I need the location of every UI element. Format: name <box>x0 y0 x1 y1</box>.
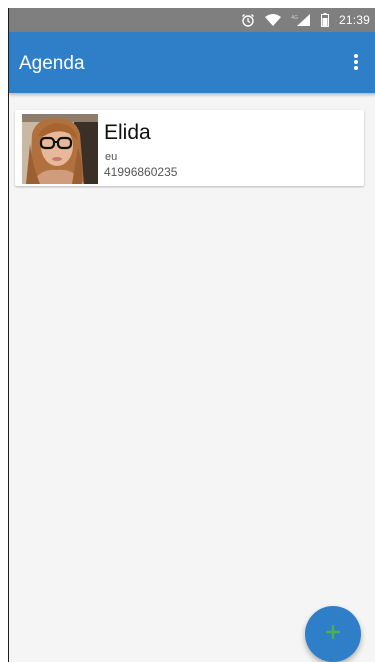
wifi-icon <box>264 13 281 27</box>
svg-text:4G: 4G <box>291 15 298 21</box>
signal-icon: 4G <box>291 13 311 27</box>
status-icons: 4G 21:39 <box>241 12 370 28</box>
battery-icon <box>320 13 329 27</box>
contact-list: Elida eu 41996860235 <box>9 93 375 662</box>
more-vert-icon <box>353 53 359 76</box>
alarm-icon <box>241 13 255 27</box>
app-bar: Agenda <box>9 32 375 93</box>
app-title: Agenda <box>19 53 85 74</box>
status-time: 21:39 <box>338 13 370 27</box>
plus-icon <box>325 624 341 644</box>
contact-card[interactable]: Elida eu 41996860235 <box>15 110 364 186</box>
contact-name: Elida <box>104 121 151 144</box>
avatar <box>22 114 98 184</box>
contact-phone: 41996860235 <box>104 165 178 179</box>
contact-note: eu <box>105 151 118 163</box>
overflow-menu-button[interactable] <box>338 46 374 82</box>
add-contact-button[interactable] <box>305 606 361 662</box>
app-frame: 4G 21:39 Agenda Elida eu 41996860235 <box>8 8 375 662</box>
status-bar: 4G 21:39 <box>9 8 375 32</box>
